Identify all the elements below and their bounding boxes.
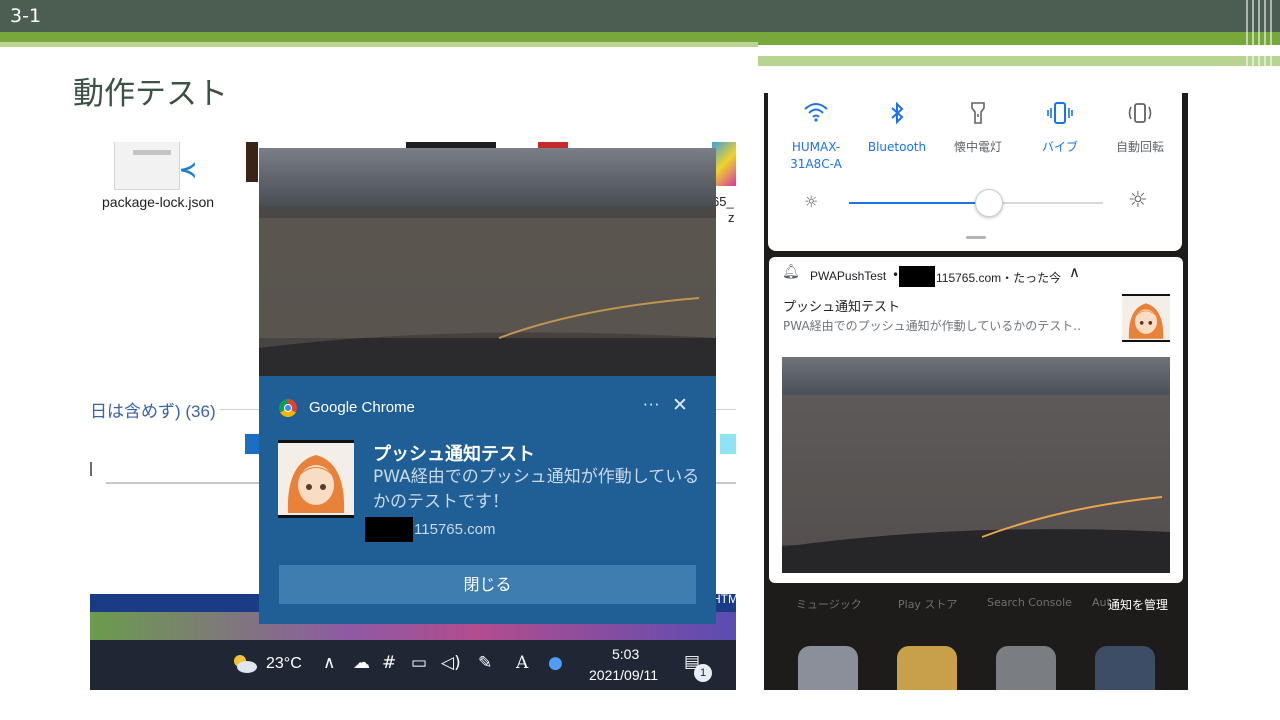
brightness-slider-fill (849, 202, 989, 204)
browser-icon[interactable]: ● (548, 652, 563, 674)
notification-big-picture (782, 357, 1170, 573)
header-accent-stripe-right (758, 56, 1280, 66)
qs-tile-auto-rotate[interactable]: 自動回転 (1102, 101, 1178, 156)
desktop-file-label[interactable]: package-lock.json (102, 194, 214, 210)
qs-tile-vibrate[interactable]: バイブ (1022, 101, 1098, 156)
vscode-icon: ≺ (178, 158, 198, 183)
network-icon[interactable]: ▭ (411, 652, 427, 674)
temperature-label[interactable]: 23°C (266, 655, 302, 673)
home-app-icon[interactable] (897, 646, 957, 690)
brightness-slider[interactable] (849, 189, 1103, 217)
toast-close-button[interactable]: 閉じる (279, 565, 696, 604)
wifi-icon (778, 101, 854, 131)
weather-icon[interactable] (230, 652, 258, 674)
collapse-chevron-icon[interactable]: ∧ (1069, 263, 1080, 281)
brightness-high-icon: ☼ (1128, 188, 1148, 213)
home-app-icon[interactable] (798, 646, 858, 690)
toast-body: PWA経由でのプッシュ通知が作動しているかのテストです！ (373, 467, 700, 512)
toast-domain: 115765.com (414, 521, 496, 538)
close-icon[interactable]: ✕ (672, 394, 688, 416)
home-app-icon[interactable] (996, 646, 1056, 690)
qs-label: 懐中電灯 (953, 140, 1002, 154)
qs-tile-bluetooth[interactable]: Bluetooth (859, 101, 935, 156)
file-icon-line (133, 150, 171, 155)
qs-label: バイブ (1041, 140, 1078, 154)
notification-app-name: PWAPushTest (810, 269, 887, 283)
header-deco-line (1246, 0, 1248, 66)
qs-label: Bluetooth (867, 140, 927, 154)
anime-avatar-image (278, 440, 354, 518)
ime-icon[interactable]: A (516, 652, 528, 674)
home-app-label[interactable]: ミュージック (796, 596, 862, 612)
bell-icon: 🔔︎ (782, 264, 800, 280)
android-notification-card[interactable]: 🔔︎ PWAPushTest • 115765.com・たった今 ∧ プッシュ通… (769, 257, 1183, 583)
explorer-fragment-icon (720, 434, 736, 454)
quick-settings-drag-handle[interactable] (966, 236, 986, 239)
redaction-box (899, 266, 935, 287)
desktop-thumbnail (246, 142, 258, 182)
header-deco-line (1264, 0, 1266, 66)
avatar-illustration (278, 443, 354, 515)
slide-title: 動作テスト (73, 76, 228, 112)
toast-title: プッシュ通知テスト (373, 444, 535, 465)
brightness-slider-thumb[interactable] (974, 189, 1003, 217)
header-accent-stripe (0, 32, 1280, 42)
chevron-up-icon[interactable]: ∧ (323, 652, 335, 674)
notification-count-badge: 1 (694, 664, 712, 682)
home-app-label[interactable]: Play ストア (898, 596, 957, 612)
toast-app-name: Google Chrome (309, 399, 415, 416)
header-accent-stripe-thin (758, 42, 1280, 45)
desktop-file-icon[interactable]: ≺ (114, 142, 197, 190)
notification-title: プッシュ通知テスト (783, 300, 901, 315)
toast-hero-image (259, 148, 716, 376)
slide-number: 3-1 (10, 5, 42, 27)
city-night-photo (782, 357, 1170, 573)
qs-label: 自動回転 (1115, 140, 1164, 154)
header-deco-line (1270, 0, 1272, 66)
android-screenshot: HUMAX- 31A8C-A Bluetooth 懐中電灯 バイブ 自動回転 ☼… (764, 93, 1188, 690)
chrome-notification-toast[interactable]: Google Chrome ··· ✕ プッシュ通知テスト PWA経由でのプッシ… (259, 376, 716, 624)
quick-settings-panel: HUMAX- 31A8C-A Bluetooth 懐中電灯 バイブ 自動回転 ☼… (768, 93, 1182, 251)
header-deco-line (1252, 0, 1254, 66)
more-options-icon[interactable]: ··· (643, 396, 660, 414)
onedrive-icon[interactable]: ☁ (353, 652, 370, 674)
notification-domain-time: 115765.com・たった今 (936, 271, 1062, 285)
header-accent-stripe-light (0, 42, 758, 47)
slack-icon[interactable]: # (382, 652, 396, 674)
auto-rotate-icon (1102, 101, 1178, 131)
volume-icon[interactable]: ◁) (441, 652, 461, 674)
clock-time[interactable]: 5:03 (612, 646, 639, 662)
vibrate-icon (1022, 101, 1098, 131)
qs-tile-flashlight[interactable]: 懐中電灯 (940, 101, 1016, 156)
avatar-illustration (1122, 296, 1170, 340)
explorer-count-text: 日は含めず) (36) (90, 402, 216, 421)
bluetooth-icon (859, 101, 935, 131)
slide-header-bar: 3-1 (0, 0, 1280, 32)
header-deco-line (1258, 0, 1260, 66)
pen-icon[interactable]: ✎ (478, 652, 492, 674)
chrome-icon-center (284, 404, 292, 412)
explorer-fragment-icon (90, 462, 106, 476)
taskbar: 23°C ∧ ☁ # ▭ ◁) ✎ A ● 5:03 2021/09/11 ▤ … (90, 640, 736, 690)
home-app-icon[interactable] (1095, 646, 1155, 690)
redaction-box (365, 517, 413, 542)
anime-avatar-image (1122, 294, 1170, 342)
notification-body: PWA経由でのプッシュ通知が作動しているかのテスト.. (783, 319, 1081, 333)
clock-date[interactable]: 2021/09/11 (589, 667, 658, 683)
city-night-photo (259, 148, 716, 376)
home-app-label[interactable]: Search Console (987, 596, 1072, 609)
chrome-icon (279, 399, 297, 417)
qs-tile-wifi[interactable]: HUMAX- 31A8C-A (778, 101, 854, 173)
flashlight-icon (940, 101, 1016, 131)
qs-label: HUMAX- 31A8C-A (790, 140, 842, 171)
manage-notifications-button[interactable]: 通知を管理 (1108, 596, 1168, 613)
explorer-fragment-icon (245, 434, 259, 454)
brightness-low-icon: ☼ (804, 192, 819, 211)
